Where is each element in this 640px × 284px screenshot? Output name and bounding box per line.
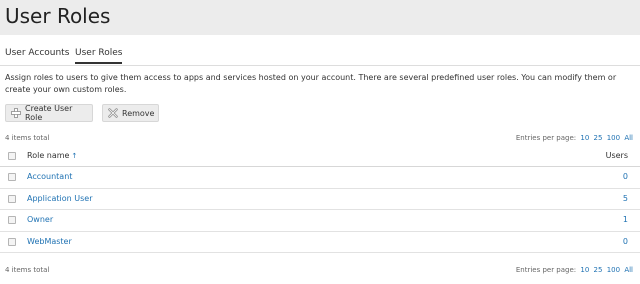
page-size-100[interactable]: 100 [607,266,620,274]
roles-table: Role name ↑ Users Accountant 0 Applicatio… [0,146,640,254]
remove-label: Remove [122,108,155,118]
role-users-count-link[interactable]: 1 [623,215,628,224]
page-size-all[interactable]: All [624,266,633,274]
tab-bar: User Accounts User Roles [0,46,640,66]
items-total-bottom: 4 items total [5,266,50,274]
create-user-role-button[interactable]: Create User Role [5,104,93,122]
page-size-25[interactable]: 25 [594,266,603,274]
remove-button[interactable]: Remove [102,104,159,122]
page-size-100[interactable]: 100 [607,134,620,142]
page-size-10[interactable]: 10 [580,266,589,274]
row-checkbox[interactable] [8,173,16,181]
create-user-role-label: Create User Role [25,104,73,122]
column-header-users[interactable]: Users [606,151,628,160]
role-name-link[interactable]: WebMaster [27,237,72,246]
role-name-link[interactable]: Application User [27,194,92,203]
role-name-header-label: Role name [27,151,70,160]
table-row: Application User 5 [0,189,640,211]
entries-per-page-top: Entries per page: 10 25 100 All [516,134,633,142]
table-header-row: Role name ↑ Users [0,146,640,167]
entries-per-page-label: Entries per page: [515,134,577,142]
row-checkbox[interactable] [8,194,16,203]
add-role-icon [11,108,21,118]
page-header: User Roles [0,0,640,35]
entries-per-page-bottom: Entries per page: 10 25 100 All [516,266,633,274]
page-title: User Roles [5,4,111,28]
tab-user-accounts[interactable]: User Accounts [5,48,69,58]
row-checkbox[interactable] [8,237,16,246]
sort-ascending-icon: ↑ [71,152,78,160]
column-header-role-name[interactable]: Role name ↑ [27,151,77,160]
table-row: Owner 1 [0,210,640,232]
role-name-link[interactable]: Owner [27,215,53,224]
tab-user-roles[interactable]: User Roles [75,48,123,64]
role-name-link[interactable]: Accountant [27,172,72,181]
page-description: Assign roles to users to give them acces… [5,73,617,94]
remove-icon [108,108,118,118]
items-total-top: 4 items total [5,134,50,142]
role-users-count-link[interactable]: 0 [623,237,628,246]
role-users-count-link[interactable]: 0 [623,172,628,181]
select-all-checkbox[interactable] [8,152,16,160]
page-size-10[interactable]: 10 [580,134,589,142]
table-row: Accountant 0 [0,167,640,189]
table-row: WebMaster 0 [0,232,640,254]
row-checkbox[interactable] [8,216,16,225]
page-size-25[interactable]: 25 [594,134,603,142]
page-size-all[interactable]: All [624,134,633,142]
entries-per-page-label: Entries per page: [515,266,577,274]
role-users-count-link[interactable]: 5 [623,194,628,203]
